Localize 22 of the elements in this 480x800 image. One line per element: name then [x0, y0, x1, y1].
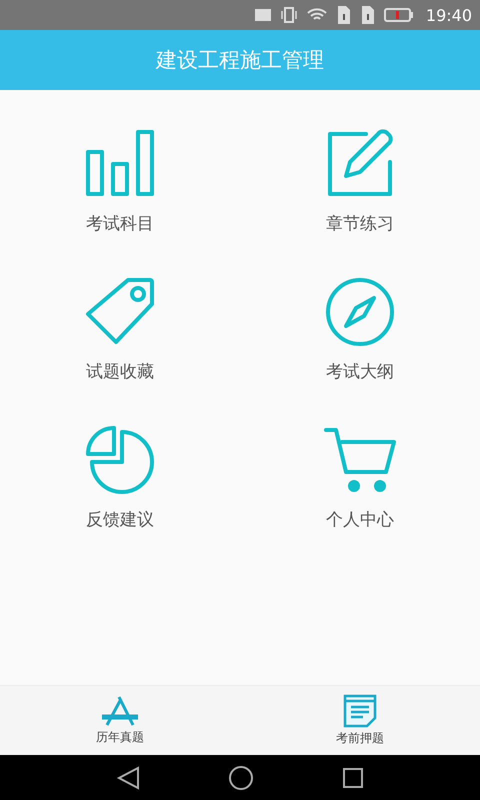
- document-icon: [342, 694, 378, 728]
- vibrate-icon: [280, 7, 298, 23]
- sim-card-icon: [360, 5, 376, 25]
- tag-icon: [84, 276, 156, 346]
- bottom-tab[interactable]: 历年真题: [0, 686, 240, 755]
- back-icon[interactable]: [116, 766, 140, 790]
- menu-item[interactable]: 章节练习: [324, 128, 396, 235]
- compass-icon: [324, 276, 396, 346]
- menu-item[interactable]: 考试大纲: [324, 276, 396, 383]
- recents-icon[interactable]: [342, 766, 364, 788]
- bar-chart-icon: [84, 128, 156, 198]
- menu-item[interactable]: 考试科目: [84, 128, 156, 235]
- pie-chart-icon: [84, 424, 156, 494]
- app-title: 建设工程施工管理: [156, 47, 324, 74]
- sim-card-icon: [336, 5, 352, 25]
- menu-item[interactable]: 反馈建议: [84, 424, 156, 531]
- menu-item[interactable]: 个人中心: [324, 424, 396, 531]
- menu-item[interactable]: 试题收藏: [84, 276, 156, 383]
- status-time: 19:40: [426, 6, 472, 24]
- home-icon[interactable]: [228, 764, 254, 790]
- bottom-tab[interactable]: 考前押题: [240, 686, 480, 755]
- battery-icon: [384, 8, 414, 22]
